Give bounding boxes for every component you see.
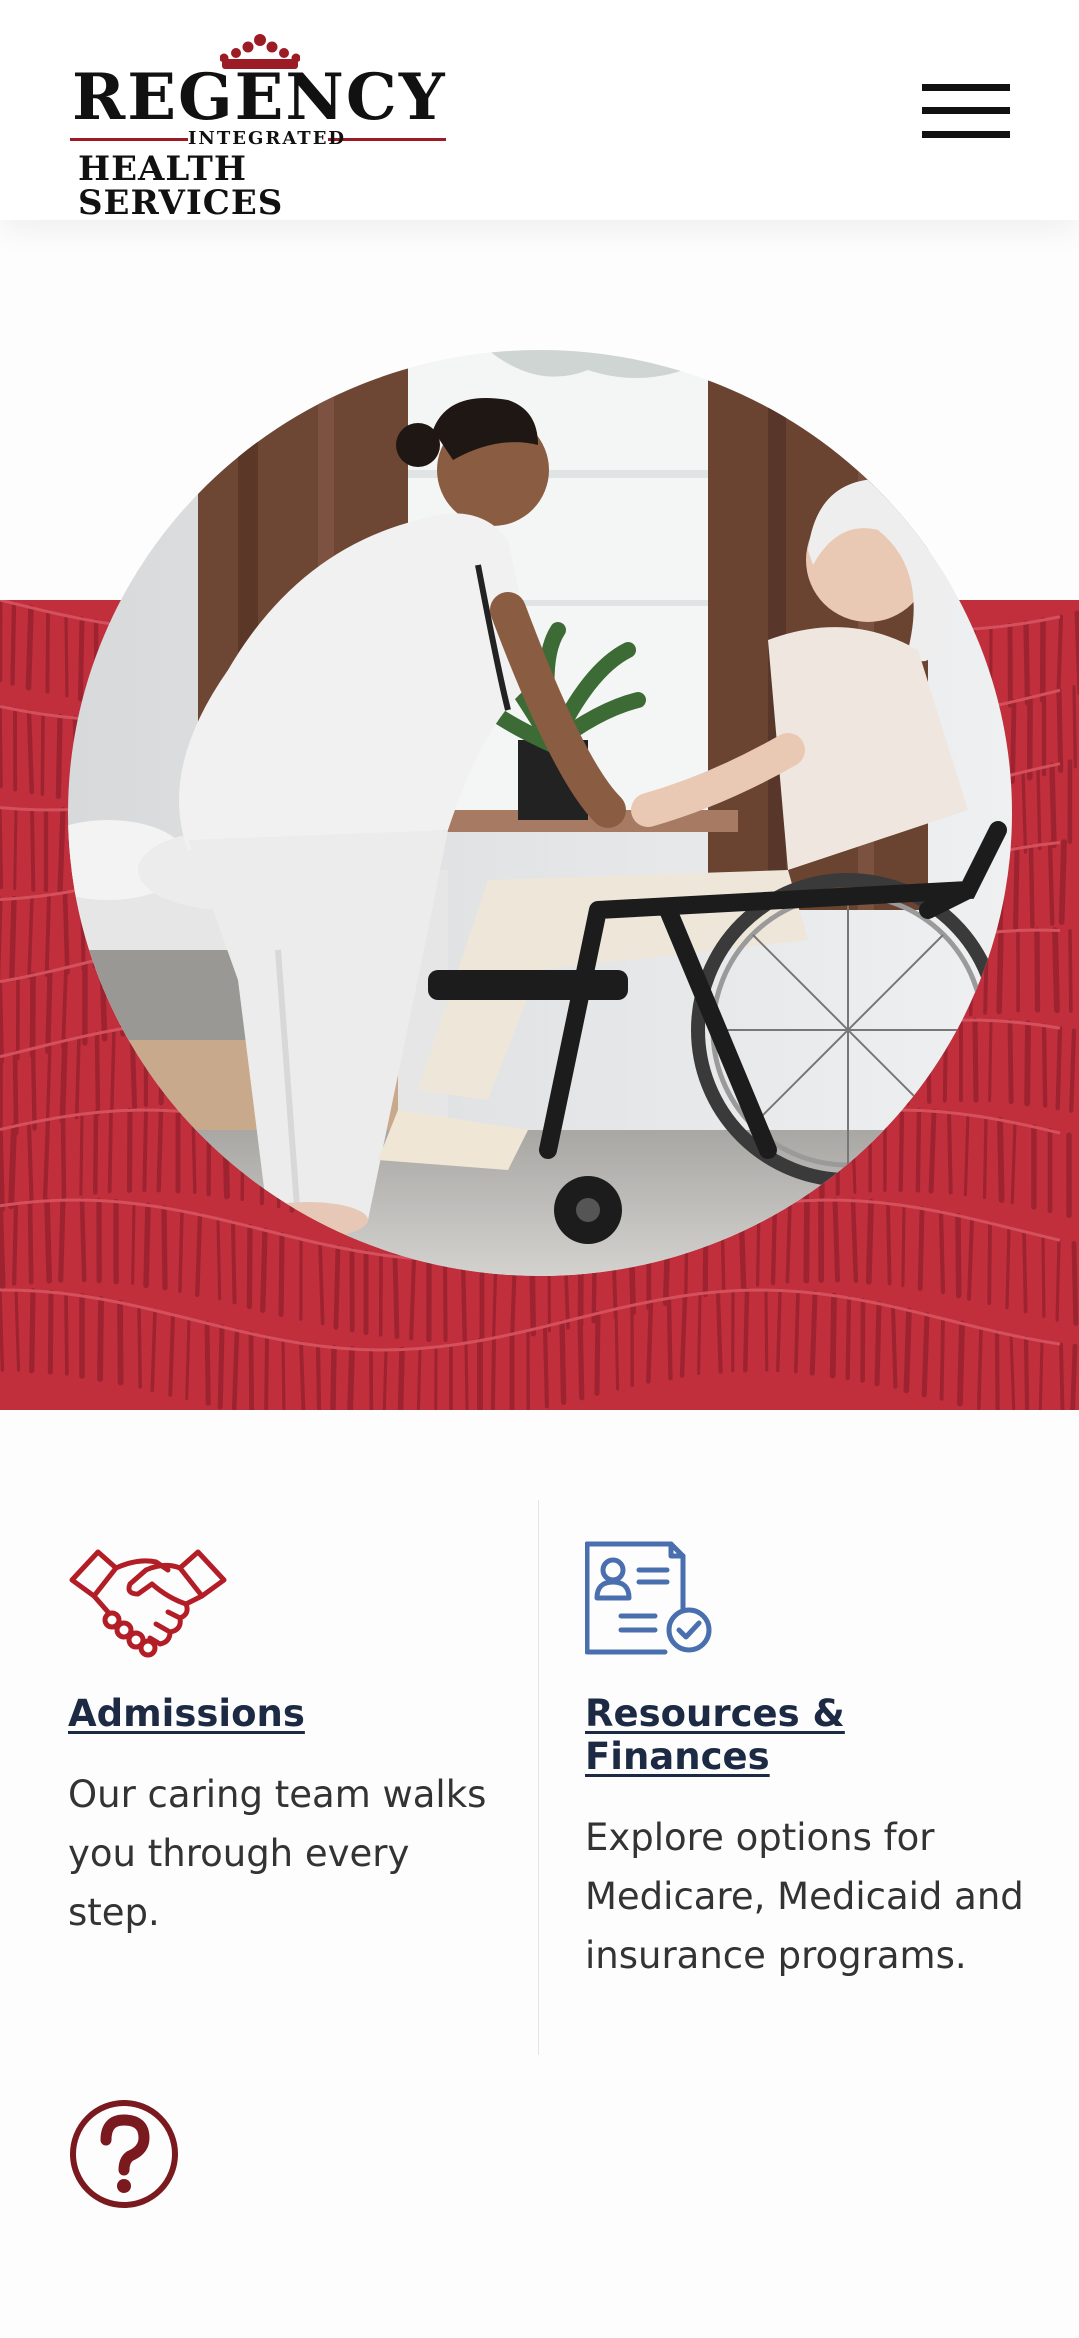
card-resources-finances: Resources & Finances Explore options for… [584,1540,1025,1985]
logo-text-health-services: HEALTH SERVICES [78,149,284,223]
menu-bar [922,107,1010,114]
hamburger-menu-button[interactable] [918,76,1014,146]
question-circle-icon[interactable] [68,2098,180,2210]
resources-finances-link[interactable]: Resources & Finances [585,1692,1025,1778]
regency-logo[interactable]: REGENCY INTEGRATED HEALTH SERVICES [68,32,448,220]
logo-text-integrated: INTEGRATED [188,128,347,150]
admissions-link[interactable]: Admissions [68,1692,508,1735]
hero-photo-caregiver [68,350,1012,1276]
logo-rule-left [70,138,192,141]
menu-bar [922,84,1010,91]
admissions-description: Our caring team walks you through every … [68,1773,487,1934]
resources-finances-description: Explore options for Medicare, Medicaid a… [585,1816,1024,1977]
logo-text-regency: REGENCY [72,60,447,135]
column-divider [538,1500,539,2055]
card-admissions: Admissions Our caring team walks you thr… [68,1540,508,1942]
document-check-icon [584,1541,712,1655]
handshake-icon [69,1549,227,1658]
menu-bar [922,131,1010,138]
site-header: REGENCY INTEGRATED HEALTH SERVICES [0,0,1079,220]
